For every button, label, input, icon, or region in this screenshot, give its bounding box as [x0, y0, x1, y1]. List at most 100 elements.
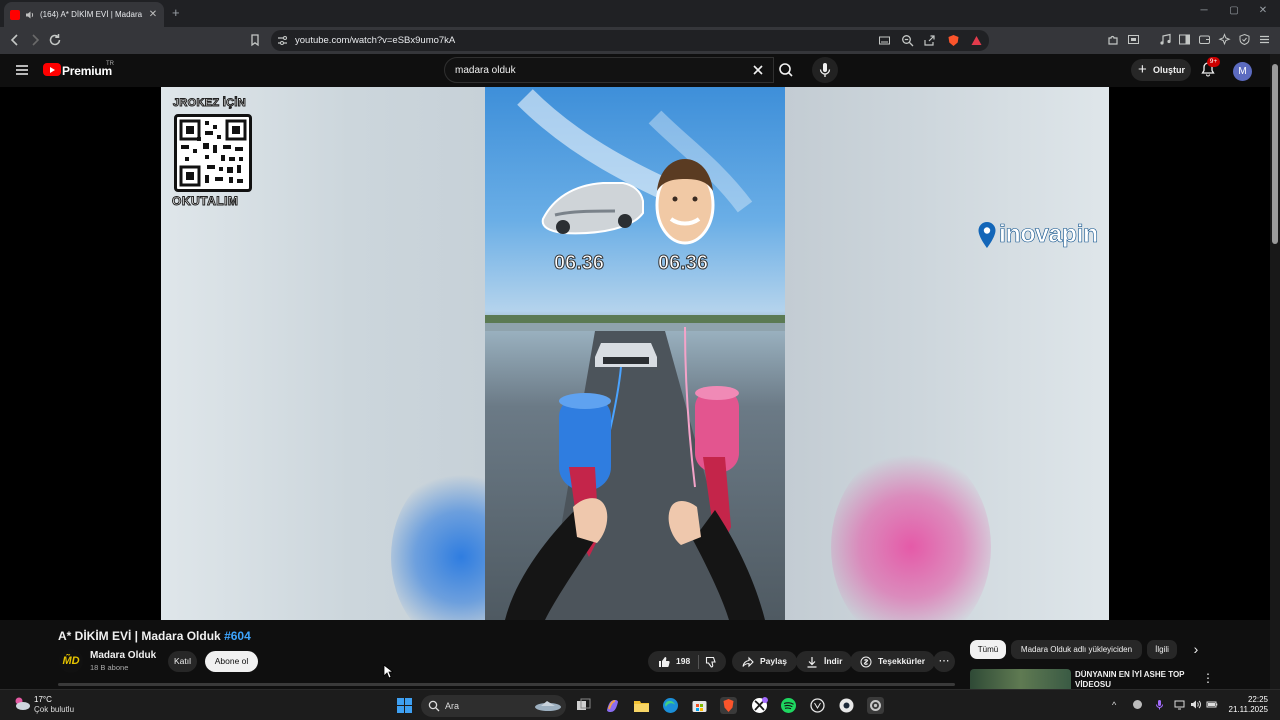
steam-icon[interactable]	[838, 697, 855, 714]
zoom-icon[interactable]	[901, 34, 914, 47]
share-button[interactable]: Paylaş	[732, 651, 797, 672]
reload-icon[interactable]	[48, 33, 62, 47]
browser-tab[interactable]: (164) A* DİKİM EVİ | Madara ✕	[4, 2, 164, 27]
task-view-icon[interactable]	[575, 697, 592, 714]
chip-related[interactable]: İlgili	[1147, 640, 1177, 659]
tab-close-icon[interactable]: ✕	[148, 9, 158, 20]
screenshot-icon[interactable]	[1127, 33, 1140, 46]
channel-name[interactable]: Madara Olduk	[90, 650, 156, 661]
clear-search-icon[interactable]	[751, 63, 765, 77]
microphone-icon	[819, 63, 831, 77]
race-scene-illustration	[485, 89, 785, 620]
region-code: TR	[106, 61, 114, 67]
spotify-icon[interactable]	[780, 697, 797, 714]
share-arrow-icon	[742, 656, 754, 667]
mouse-cursor-icon	[383, 664, 393, 679]
youtube-logo-icon[interactable]	[43, 63, 61, 76]
media-controls-icon[interactable]	[1159, 33, 1172, 46]
share-icon[interactable]	[923, 34, 936, 47]
battery-icon[interactable]	[1206, 699, 1218, 710]
thanks-label: Teşekkürler	[878, 656, 926, 666]
clock-date[interactable]: 21.11.2025	[1222, 705, 1268, 714]
dislike-icon[interactable]	[705, 656, 717, 668]
account-avatar[interactable]: M	[1233, 62, 1252, 81]
browser-tab-strip: (164) A* DİKİM EVİ | Madara ✕ + ─ ▢ ✕	[0, 0, 1280, 27]
channel-avatar[interactable]: M̃D	[59, 649, 83, 673]
forward-arrow-icon[interactable]	[28, 33, 42, 47]
minimize-button[interactable]: ─	[1197, 5, 1211, 16]
download-label: İndir	[824, 656, 843, 666]
copilot-icon[interactable]	[604, 697, 621, 714]
subscribe-button[interactable]: Abone ol	[205, 651, 258, 672]
windows-taskbar: 17°C Çok bulutlu Ara ^ 22:25 21.11.2025	[0, 689, 1280, 720]
site-settings-icon[interactable]	[276, 34, 289, 47]
like-icon[interactable]	[658, 656, 670, 668]
tray-overflow-icon[interactable]: ^	[1112, 700, 1116, 710]
volume-icon[interactable]	[1190, 699, 1201, 710]
menu-icon[interactable]	[1258, 33, 1271, 46]
extensions-icon[interactable]	[1107, 33, 1120, 46]
edge-browser-icon[interactable]	[662, 697, 679, 714]
page-scrollbar[interactable]	[1270, 54, 1280, 689]
vpn-shield-icon[interactable]	[1238, 33, 1251, 46]
chatgpt-icon[interactable]	[809, 697, 826, 714]
clock-time[interactable]: 22:25	[1236, 695, 1268, 704]
brave-shields-icon[interactable]	[947, 34, 960, 47]
brave-browser-icon[interactable]	[720, 697, 737, 714]
like-count[interactable]: 198	[676, 651, 690, 672]
settings-gear-icon[interactable]	[867, 697, 884, 714]
bookmark-icon[interactable]	[248, 33, 262, 47]
microsoft-store-icon[interactable]	[691, 697, 708, 714]
video-hashtag[interactable]: #604	[224, 629, 251, 643]
download-button[interactable]: İndir	[796, 651, 853, 672]
like-dislike-group: 198	[648, 651, 726, 672]
url-text: youtube.com/watch?v=eSBx9umo7kA	[295, 35, 456, 46]
back-arrow-icon[interactable]	[8, 33, 22, 47]
plus-icon: +	[1138, 61, 1147, 78]
wallet-icon[interactable]	[1198, 33, 1211, 46]
sidebar-icon[interactable]	[1178, 33, 1191, 46]
share-label: Paylaş	[760, 656, 787, 666]
recommended-title[interactable]: DÜNYANIN EN İYİ ASHE TOP VİDEOSU	[1075, 670, 1195, 688]
search-input[interactable]: madara olduk	[444, 57, 774, 83]
windows-start-icon[interactable]	[396, 697, 413, 714]
more-actions-button[interactable]: ⋯	[933, 651, 955, 672]
search-icon[interactable]	[776, 57, 796, 83]
new-tab-button[interactable]: +	[172, 5, 180, 20]
scrollbar-thumb[interactable]	[1272, 64, 1278, 244]
xbox-icon[interactable]	[751, 697, 768, 714]
cloudy-weather-icon[interactable]	[13, 695, 31, 711]
leo-ai-icon[interactable]	[1218, 33, 1231, 46]
taskbar-search-placeholder: Ara	[445, 701, 460, 711]
network-icon[interactable]	[1174, 699, 1185, 710]
download-icon	[807, 656, 817, 668]
file-explorer-icon[interactable]	[633, 697, 650, 714]
address-bar[interactable]: youtube.com/watch?v=eSBx9umo7kA	[271, 30, 989, 51]
microphone-tray-icon[interactable]	[1154, 699, 1165, 710]
recommended-more-icon[interactable]: ⋮	[1202, 671, 1214, 685]
brave-rewards-icon[interactable]	[970, 34, 983, 47]
browser-toolbar: youtube.com/watch?v=eSBx9umo7kA	[0, 27, 1280, 54]
join-button[interactable]: Katıl	[168, 651, 197, 672]
search-query: madara olduk	[455, 65, 516, 76]
timer-left: 06.36	[553, 252, 605, 275]
voice-search-button[interactable]	[812, 57, 838, 83]
close-window-button[interactable]: ✕	[1256, 5, 1270, 16]
chip-from-uploader[interactable]: Madara Olduk adlı yükleyiciden	[1011, 640, 1142, 659]
maximize-button[interactable]: ▢	[1227, 5, 1241, 16]
temperature[interactable]: 17°C	[34, 695, 52, 704]
recommended-thumbnail[interactable]	[970, 669, 1071, 689]
video-player[interactable]: JROKEZ İÇİN OKUTALIM inovapin 06.36 06.3…	[0, 87, 1270, 620]
youtube-premium-logo[interactable]: Premium	[62, 64, 112, 78]
sponsor-name: inovapin	[999, 220, 1099, 249]
create-button[interactable]: + Oluştur	[1131, 59, 1191, 81]
steam-tray-icon[interactable]	[1132, 699, 1143, 710]
taskbar-search[interactable]: Ara	[421, 695, 566, 717]
guide-menu-icon[interactable]	[16, 65, 28, 75]
thanks-button[interactable]: Teşekkürler	[850, 651, 936, 672]
chips-next-arrow-icon[interactable]: ›	[1185, 640, 1207, 659]
audio-playing-icon[interactable]	[25, 10, 35, 20]
weather-description[interactable]: Çok bulutlu	[34, 705, 74, 714]
chip-all[interactable]: Tümü	[970, 640, 1006, 659]
cast-icon[interactable]	[878, 34, 891, 47]
